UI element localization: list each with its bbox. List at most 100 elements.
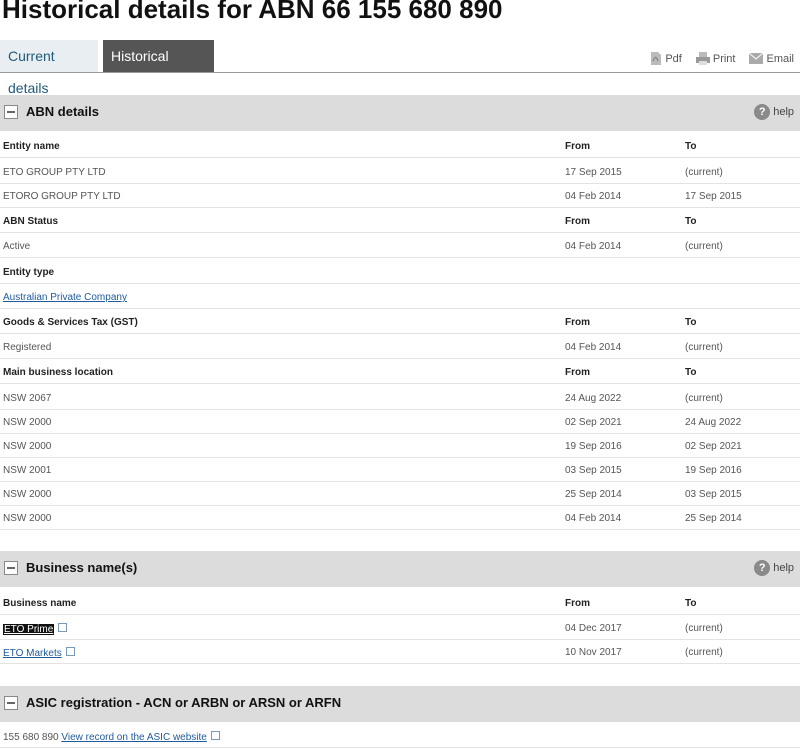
entity-type-link[interactable]: Australian Private Company [3,292,127,303]
entity-name-header-row: Entity name From To [0,134,800,158]
gst-value: Registered [3,342,52,353]
location-value: NSW 2001 [3,465,52,476]
location-value: NSW 2000 [3,417,52,428]
column-header: Entity name [3,141,60,152]
table-row: Active 04 Feb 2014 (current) [0,234,800,258]
to-date: (current) [685,623,723,634]
page-title: Historical details for ABN 66 155 680 89… [2,0,503,24]
external-link-icon [65,647,75,656]
column-header: From [565,598,590,609]
email-label: Email [766,52,794,65]
question-icon: ? [754,560,771,576]
column-header: From [565,141,590,152]
print-icon [695,52,710,65]
table-row: Registered 04 Feb 2014 (current) [0,335,800,359]
column-header: To [685,216,697,227]
location-value: NSW 2000 [3,441,52,452]
to-date: 02 Sep 2021 [685,441,742,452]
external-link-icon [58,623,68,632]
table-row: NSW 2000 25 Sep 2014 03 Sep 2015 [0,482,800,506]
question-icon: ? [754,104,771,120]
to-date: 03 Sep 2015 [685,489,742,500]
table-row: NSW 2067 24 Aug 2022 (current) [0,386,800,410]
table-row: NSW 2000 19 Sep 2016 02 Sep 2021 [0,434,800,458]
collapse-toggle[interactable] [4,696,18,710]
business-name-header-row: Business name From To [0,591,800,615]
to-date: (current) [685,393,723,404]
column-header: Business name [3,598,77,609]
business-name-link[interactable]: ETO Markets [3,648,62,659]
tab-divider [0,72,800,73]
help-label: help [773,106,794,118]
to-date: (current) [685,647,723,658]
pdf-icon [651,52,662,65]
location-value: NSW 2000 [3,513,52,524]
collapse-toggle[interactable] [4,105,18,119]
pdf-label: Pdf [665,52,682,65]
location-value: NSW 2000 [3,489,52,500]
collapse-toggle[interactable] [4,561,18,575]
column-header: To [685,598,697,609]
to-date: 19 Sep 2016 [685,465,742,476]
to-date: (current) [685,342,723,353]
entity-name-value: ETO GROUP PTY LTD [3,167,106,178]
business-name-link[interactable]: ETO Prime [3,624,55,635]
table-row: Australian Private Company [0,285,800,309]
help-link[interactable]: ? help [754,560,794,576]
from-date: 03 Sep 2015 [565,465,622,476]
column-header: To [685,141,697,152]
to-date: 25 Sep 2014 [685,513,742,524]
business-names-header: Business name(s) ? help [0,551,800,587]
from-date: 02 Sep 2021 [565,417,622,428]
from-date: 25 Sep 2014 [565,489,622,500]
tab-historical-details[interactable]: Historical details [103,40,214,96]
section-title: ASIC registration - ACN or ARBN or ARSN … [26,695,342,710]
tab-current-details[interactable]: Current details [0,40,98,96]
to-date: (current) [685,167,723,178]
pdf-button[interactable]: Pdf [650,52,682,65]
table-row: NSW 2000 04 Feb 2014 25 Sep 2014 [0,506,800,530]
column-header: Entity type [3,267,55,278]
entity-type-header-row: Entity type [0,260,800,284]
section-title: ABN details [26,104,99,119]
from-date: 10 Nov 2017 [565,647,622,658]
from-date: 04 Feb 2014 [565,241,622,252]
gst-header-row: Goods & Services Tax (GST) From To [0,310,800,334]
asic-number: 155 680 890 [3,732,59,743]
column-header: To [685,317,697,328]
table-row: 155 680 890 View record on the ASIC webs… [0,724,800,748]
asic-registration-header: ASIC registration - ACN or ARBN or ARSN … [0,686,800,722]
to-date: 24 Aug 2022 [685,417,742,428]
from-date: 04 Feb 2014 [565,513,622,524]
from-date: 04 Dec 2017 [565,623,622,634]
to-date: 17 Sep 2015 [685,191,742,202]
page-tools: Pdf Print Email [650,52,794,65]
from-date: 17 Sep 2015 [565,167,622,178]
abn-status-header-row: ABN Status From To [0,209,800,233]
to-date: (current) [685,241,723,252]
email-icon [749,53,764,64]
external-link-icon [210,731,220,740]
table-row: ETO GROUP PTY LTD 17 Sep 2015 (current) [0,160,800,184]
help-link[interactable]: ? help [754,104,794,120]
from-date: 24 Aug 2022 [565,393,622,404]
from-date: 04 Feb 2014 [565,191,622,202]
column-header: To [685,367,697,378]
print-button[interactable]: Print [695,52,736,65]
location-header-row: Main business location From To [0,360,800,384]
table-row: ETO Prime 04 Dec 2017 (current) [0,616,800,640]
table-row: ETO Markets 10 Nov 2017 (current) [0,640,800,664]
email-button[interactable]: Email [749,52,794,65]
print-label: Print [712,52,736,65]
table-row: NSW 2001 03 Sep 2015 19 Sep 2016 [0,458,800,482]
table-row: ETORO GROUP PTY LTD 04 Feb 2014 17 Sep 2… [0,184,800,208]
table-row: NSW 2000 02 Sep 2021 24 Aug 2022 [0,410,800,434]
column-header: From [565,216,590,227]
column-header: From [565,367,590,378]
asic-record-link[interactable]: View record on the ASIC website [61,732,206,743]
from-date: 19 Sep 2016 [565,441,622,452]
abn-details-header: ABN details ? help [0,95,800,131]
section-title: Business name(s) [26,560,138,575]
column-header: Main business location [3,367,114,378]
column-header: Goods & Services Tax (GST) [3,317,138,328]
